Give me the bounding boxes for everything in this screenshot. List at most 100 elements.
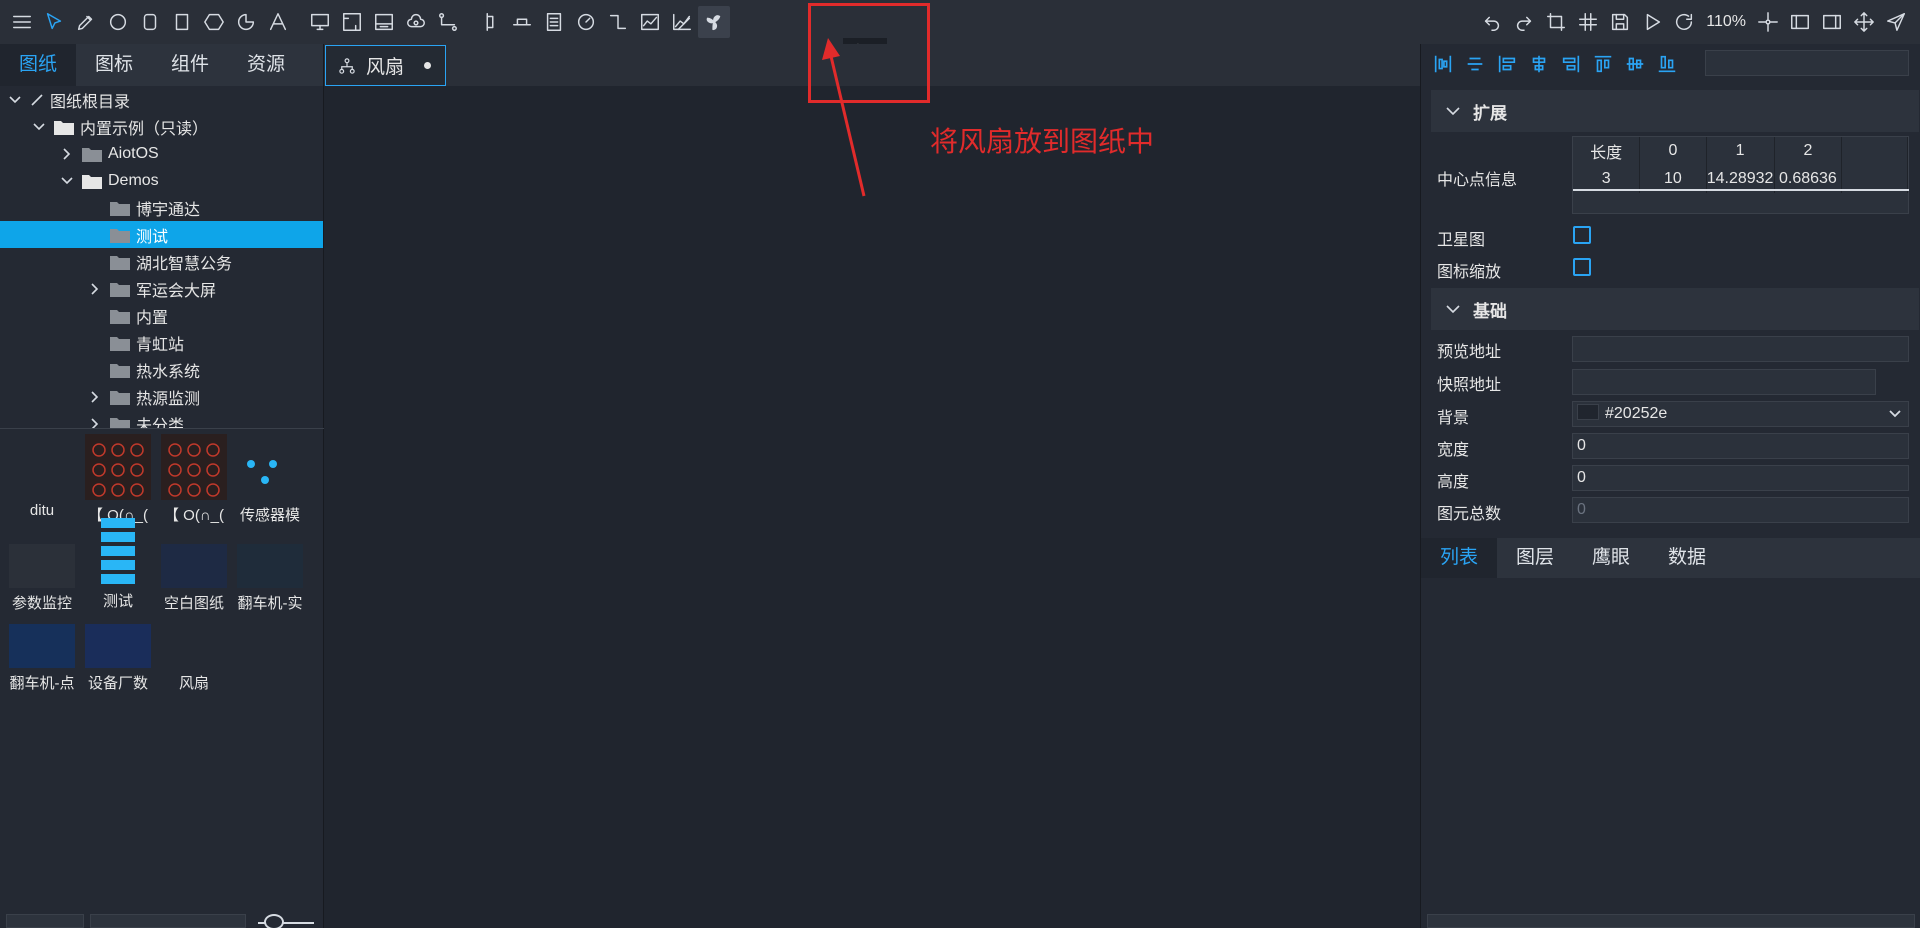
align-center-h-icon[interactable]	[1523, 48, 1555, 80]
tab-eagle-eye[interactable]: 鹰眼	[1573, 538, 1649, 578]
tree-item-hubei[interactable]: 湖北智慧公务	[0, 248, 323, 275]
crop-icon[interactable]	[1540, 6, 1572, 38]
tree-item-heatsource[interactable]: 热源监测	[0, 383, 323, 410]
move-icon[interactable]	[1848, 6, 1880, 38]
align-bottom-icon[interactable]	[1651, 48, 1683, 80]
tree-item-test[interactable]: 测试	[0, 221, 323, 248]
tree-item-builtin-sub[interactable]: 内置	[0, 302, 323, 329]
image-frame-icon[interactable]	[336, 6, 368, 38]
document-icon[interactable]	[538, 6, 570, 38]
align-top-left-icon[interactable]	[1491, 48, 1523, 80]
resource-item[interactable]: 风扇	[156, 610, 232, 693]
send-icon[interactable]	[1880, 6, 1912, 38]
resource-item[interactable]: 传感器模	[232, 434, 308, 525]
text-icon[interactable]	[262, 6, 294, 38]
tab-icons[interactable]: 图标	[76, 44, 152, 86]
save-icon[interactable]	[1604, 6, 1636, 38]
pen-icon[interactable]	[70, 6, 102, 38]
left-panel-icon[interactable]	[1784, 6, 1816, 38]
center-info-table[interactable]: 长度 0 1 2 3 10 14.28932 0.68636	[1572, 136, 1909, 214]
preview-input[interactable]	[1572, 336, 1909, 362]
resource-item[interactable]: 翻车机-实	[232, 530, 308, 613]
chevron-down-icon[interactable]	[8, 93, 22, 107]
table-scrollbar[interactable]	[1573, 189, 1909, 191]
step-line-icon[interactable]	[602, 6, 634, 38]
horizontal-bar-icon[interactable]	[506, 6, 538, 38]
play-icon[interactable]	[1636, 6, 1668, 38]
undo-icon[interactable]	[1476, 6, 1508, 38]
resource-item[interactable]: ditu	[4, 480, 80, 519]
chevron-right-icon[interactable]	[88, 282, 102, 296]
menu-icon[interactable]	[6, 6, 38, 38]
resource-item[interactable]: 设备厂数	[80, 610, 156, 693]
resource-item[interactable]: 参数监控	[4, 530, 80, 613]
tab-resources[interactable]: 资源	[228, 44, 304, 86]
background-select[interactable]: #20252e	[1572, 401, 1909, 427]
tree-item-root[interactable]: 图纸根目录	[0, 86, 323, 113]
rect-icon[interactable]	[166, 6, 198, 38]
hexagon-icon[interactable]	[198, 6, 230, 38]
snapshot-input[interactable]	[1572, 369, 1876, 395]
pointer-icon[interactable]	[38, 6, 70, 38]
bottom-box[interactable]	[90, 914, 246, 928]
chevron-down-icon[interactable]	[60, 174, 74, 188]
align-left-icon[interactable]	[1427, 48, 1459, 80]
chevron-right-icon[interactable]	[60, 147, 74, 161]
cloud-icon[interactable]	[400, 6, 432, 38]
clock-icon[interactable]	[570, 6, 602, 38]
right-bottom-bar[interactable]	[1427, 914, 1915, 928]
area-chart-icon[interactable]	[666, 6, 698, 38]
satellite-checkbox[interactable]	[1573, 226, 1591, 244]
align-center-v-icon[interactable]	[1459, 48, 1491, 80]
tab-layers[interactable]: 图层	[1497, 538, 1573, 578]
resource-item[interactable]: 空白图纸	[156, 530, 232, 613]
tree-item-boyu[interactable]: 博宇通达	[0, 194, 323, 221]
chevron-right-icon[interactable]	[88, 390, 102, 404]
chevron-right-icon[interactable]	[88, 417, 102, 428]
redo-icon[interactable]	[1508, 6, 1540, 38]
line-chart-icon[interactable]	[634, 6, 666, 38]
height-input[interactable]: 0	[1572, 465, 1909, 491]
bottom-box[interactable]	[6, 914, 84, 928]
resource-item[interactable]: 翻车机-点	[4, 610, 80, 693]
right-panel-icon[interactable]	[1816, 6, 1848, 38]
tree-item-qinghong[interactable]: 青虹站	[0, 329, 323, 356]
align-right-icon[interactable]	[1555, 48, 1587, 80]
zoom-level[interactable]: 110%	[1700, 13, 1752, 31]
tree-item-aiotos[interactable]: AiotOS	[0, 140, 323, 167]
tab-data[interactable]: 数据	[1649, 538, 1725, 578]
icon-scale-checkbox[interactable]	[1573, 258, 1591, 276]
grid-icon[interactable]	[1572, 6, 1604, 38]
path-icon[interactable]	[432, 6, 464, 38]
circle-icon[interactable]	[102, 6, 134, 38]
vertical-bar-icon[interactable]	[474, 6, 506, 38]
resource-item[interactable]: 【 O(∩_(	[156, 434, 232, 525]
tab-drawings[interactable]: 图纸	[0, 44, 76, 86]
fan-icon[interactable]	[698, 6, 730, 38]
tab-label: 风扇	[366, 57, 405, 78]
section-extend[interactable]: 扩展	[1431, 90, 1919, 132]
tree-item-uncategorized[interactable]: 未分类	[0, 410, 323, 428]
device-icon[interactable]	[368, 6, 400, 38]
tree-item-builtin[interactable]: 内置示例（只读）	[0, 113, 323, 140]
tab-list[interactable]: 列表	[1421, 538, 1497, 578]
arc-icon[interactable]	[230, 6, 262, 38]
monitor-icon[interactable]	[304, 6, 336, 38]
tab-components[interactable]: 组件	[152, 44, 228, 86]
resource-item[interactable]: 【 O(∩_(	[80, 434, 156, 525]
tree-item-hotwater[interactable]: 热水系统	[0, 356, 323, 383]
chevron-down-icon[interactable]	[32, 120, 46, 134]
resource-item[interactable]: 测试	[80, 516, 156, 611]
align-middle-icon[interactable]	[1619, 48, 1651, 80]
tree-item-junyun[interactable]: 军运会大屏	[0, 275, 323, 302]
rounded-rect-icon[interactable]	[134, 6, 166, 38]
align-top-icon[interactable]	[1587, 48, 1619, 80]
center-icon[interactable]	[1752, 6, 1784, 38]
size-slider-handle[interactable]	[264, 914, 284, 928]
align-value-input[interactable]	[1705, 50, 1909, 76]
tree-item-demos[interactable]: Demos	[0, 167, 323, 194]
section-basic[interactable]: 基础	[1431, 288, 1919, 330]
tab-fan[interactable]: 风扇	[325, 45, 446, 86]
refresh-icon[interactable]	[1668, 6, 1700, 38]
width-input[interactable]: 0	[1572, 433, 1909, 459]
